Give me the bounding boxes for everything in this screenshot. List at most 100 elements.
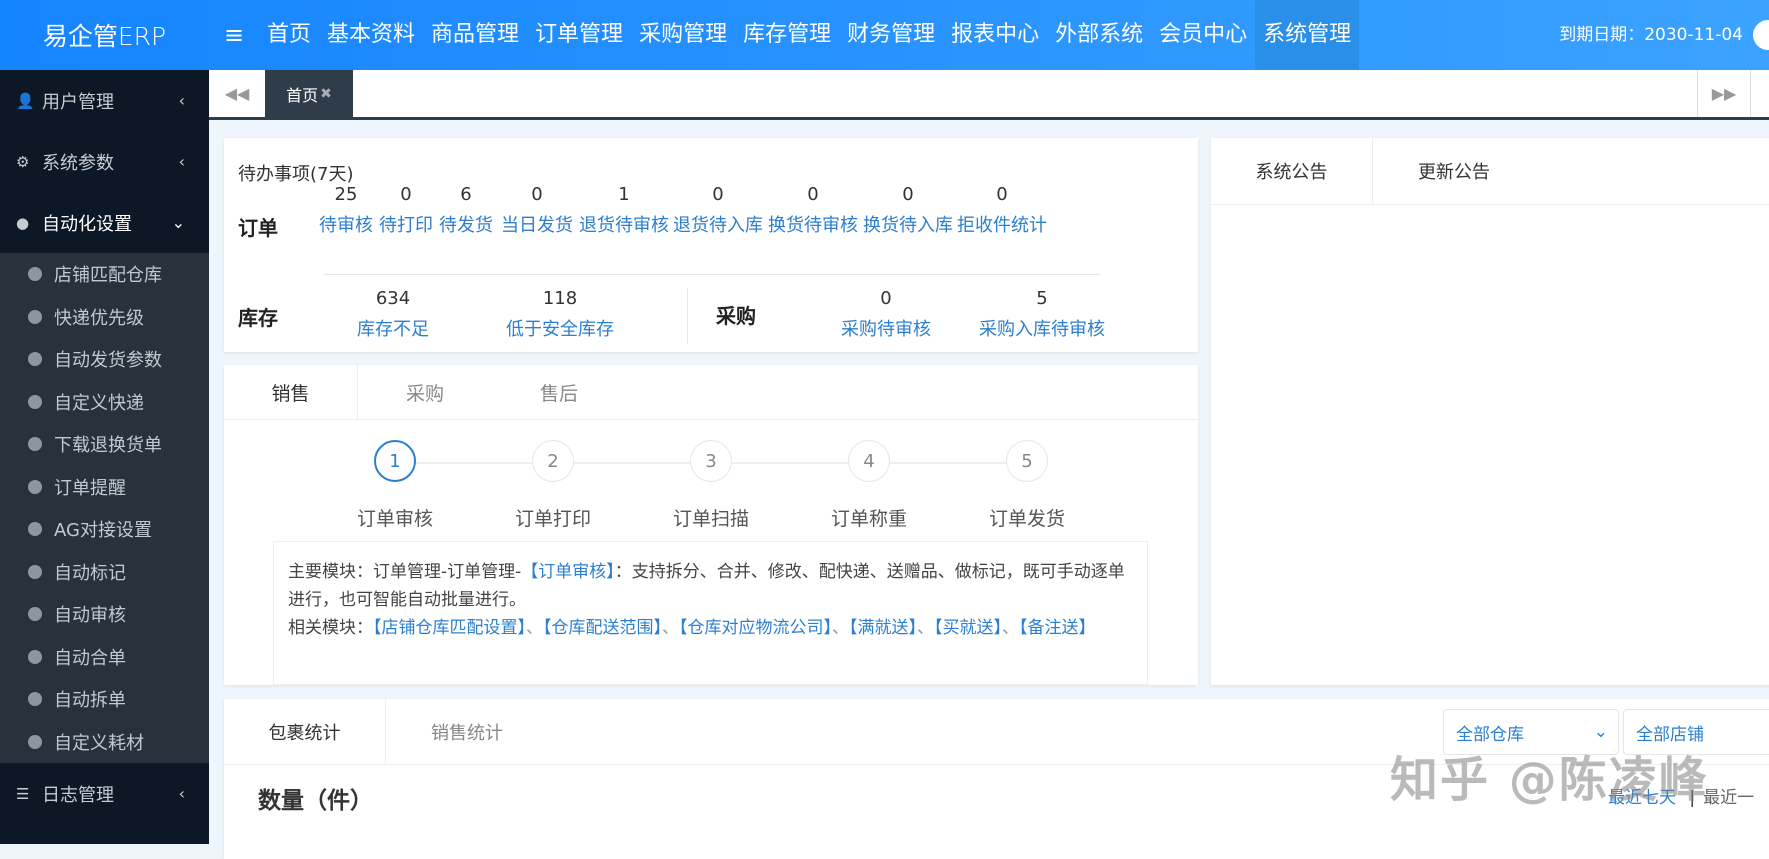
stat-link[interactable]: 库存不足: [357, 315, 429, 341]
process-step[interactable]: 5 订单发货: [952, 440, 1102, 531]
notice-panel: 系统公告 更新公告: [1211, 138, 1769, 685]
date-range: 最近七天 | 最近一: [1608, 783, 1754, 808]
sidebar-item-label: 自动化设置: [42, 213, 132, 235]
warehouse-select[interactable]: 全部仓库 ⌄: [1443, 709, 1619, 755]
nav-item[interactable]: 采购管理: [631, 0, 735, 70]
sidebar-subitem[interactable]: 自定义快递: [0, 381, 209, 424]
nav-item[interactable]: 外部系统: [1047, 0, 1151, 70]
order-stat[interactable]: 0 换货待审核: [768, 184, 858, 237]
stat-link[interactable]: 退货待入库: [673, 211, 763, 237]
order-stat[interactable]: 0 当日发货: [501, 184, 573, 237]
related-module-link[interactable]: 【备注送】: [1019, 618, 1096, 638]
tab-sales-stats[interactable]: 销售统计: [386, 699, 548, 764]
sidebar-subitem[interactable]: 自定义耗材: [0, 721, 209, 764]
stat-link[interactable]: 采购待审核: [841, 315, 931, 341]
stat-link[interactable]: 低于安全库存: [506, 315, 614, 341]
stat-link[interactable]: 待发货: [439, 211, 493, 237]
chevron-left-icon: ‹: [178, 152, 185, 171]
related-module-link[interactable]: 【仓库对应物流公司】: [679, 618, 832, 638]
nav-item[interactable]: 会员中心: [1151, 0, 1255, 70]
tab-scroll-left-button[interactable]: ◀◀: [209, 70, 265, 117]
order-stat[interactable]: 1 退货待审核: [579, 184, 669, 237]
stat-count: 0: [902, 184, 914, 205]
user-icon: 👤: [16, 91, 35, 110]
related-module-link[interactable]: 【买就送】: [934, 618, 1002, 638]
sidebar-subitem[interactable]: 自动合单: [0, 636, 209, 679]
tab-after-sales[interactable]: 售后: [492, 365, 626, 419]
sidebar-item-logs[interactable]: ☰ 日志管理 ‹: [0, 763, 209, 824]
sidebar-subitem[interactable]: 自动拆单: [0, 678, 209, 721]
nav-item[interactable]: 系统管理: [1255, 0, 1360, 70]
tab-system-notice[interactable]: 系统公告: [1211, 138, 1373, 204]
stat-link[interactable]: 拒收件统计: [957, 211, 1047, 237]
sidebar-item-user-management[interactable]: 👤 用户管理 ‹: [0, 70, 209, 131]
tab-home[interactable]: 首页 ✖: [265, 70, 353, 117]
stat-link[interactable]: 换货待入库: [863, 211, 953, 237]
tab-update-notice[interactable]: 更新公告: [1373, 138, 1535, 204]
stock-stat[interactable]: 118 低于安全库存: [506, 288, 614, 341]
purchase-stat[interactable]: 5 采购入库待审核: [979, 288, 1105, 341]
gears-icon: ⚙: [16, 152, 30, 171]
purchase-stat[interactable]: 0 采购待审核: [841, 288, 931, 341]
circle-icon: [28, 649, 42, 664]
shop-select[interactable]: 全部店铺: [1623, 709, 1769, 755]
menu-toggle-icon[interactable]: ≡: [209, 21, 259, 49]
sidebar-subitem[interactable]: 店铺匹配仓库: [0, 253, 209, 296]
sidebar-item-automation[interactable]: ● 自动化设置 ⌄: [0, 192, 209, 253]
sidebar-item-label: AG对接设置: [54, 520, 152, 542]
chevron-down-icon: ⌄: [1593, 722, 1608, 742]
sidebar-subitem[interactable]: 快递优先级: [0, 296, 209, 339]
stat-link[interactable]: 当日发货: [501, 211, 573, 237]
range-other[interactable]: 最近一: [1703, 788, 1754, 808]
order-stat[interactable]: 25 待审核: [319, 184, 373, 237]
order-stat[interactable]: 0 拒收件统计: [957, 184, 1047, 237]
order-review-link[interactable]: 【订单审核】: [521, 562, 615, 582]
tab-package-stats[interactable]: 包裹统计: [224, 699, 386, 764]
nav-item[interactable]: 订单管理: [527, 0, 631, 70]
stat-link[interactable]: 换货待审核: [768, 211, 858, 237]
stock-stat[interactable]: 634 库存不足: [357, 288, 429, 341]
tab-sales[interactable]: 销售: [224, 365, 358, 419]
sidebar-item-label: 日志管理: [42, 784, 114, 806]
process-step[interactable]: 3 订单扫描: [636, 440, 786, 531]
order-stat[interactable]: 0 待打印: [379, 184, 433, 237]
avatar[interactable]: [1753, 20, 1769, 50]
order-stat[interactable]: 0 退货待入库: [673, 184, 763, 237]
stat-link[interactable]: 退货待审核: [579, 211, 669, 237]
related-module-link[interactable]: 【仓库配送范围】: [543, 618, 662, 638]
process-step[interactable]: 1 订单审核: [320, 440, 470, 531]
tab-label: 首页: [286, 85, 319, 105]
process-step[interactable]: 4 订单称重: [794, 440, 944, 531]
range-last-7-days[interactable]: 最近七天: [1608, 788, 1676, 808]
order-stat[interactable]: 6 待发货: [439, 184, 493, 237]
nav-item[interactable]: 财务管理: [839, 0, 943, 70]
sidebar-subitem[interactable]: 订单提醒: [0, 466, 209, 509]
circle-icon: [28, 309, 42, 324]
process-step[interactable]: 2 订单打印: [478, 440, 628, 531]
separator: 、: [917, 618, 934, 638]
sidebar-subitem[interactable]: 下载退换货单: [0, 423, 209, 466]
nav-item[interactable]: 商品管理: [423, 0, 527, 70]
related-module-link[interactable]: 【店铺仓库匹配设置】: [373, 618, 526, 638]
top-header: 易企管ERP ≡ 首页 基本资料 商品管理 订单管理 采购管理 库存管理 财务管理 报表中心外…: [0, 0, 1769, 70]
tab-scroll-right-button[interactable]: ▶▶: [1697, 70, 1751, 117]
stat-link[interactable]: 待审核: [319, 211, 373, 237]
stat-link[interactable]: 待打印: [379, 211, 433, 237]
sidebar-subitem[interactable]: 自动发货参数: [0, 338, 209, 381]
related-module-link[interactable]: 【满就送】: [849, 618, 917, 638]
close-icon[interactable]: ✖: [320, 86, 332, 102]
stat-link[interactable]: 采购入库待审核: [979, 315, 1105, 341]
nav-item[interactable]: 库存管理: [735, 0, 839, 70]
sidebar-subitem[interactable]: 自动审核: [0, 593, 209, 636]
nav-item[interactable]: 基本资料: [319, 0, 423, 70]
order-stat[interactable]: 0 换货待入库: [863, 184, 953, 237]
sidebar-subitem[interactable]: AG对接设置: [0, 508, 209, 551]
nav-item[interactable]: 首页: [259, 0, 319, 70]
sidebar-item-system-params[interactable]: ⚙ 系统参数 ‹: [0, 131, 209, 192]
nav-item[interactable]: 报表中心: [943, 0, 1047, 70]
quantity-title: 数量（件）: [258, 788, 373, 814]
sidebar-subitem[interactable]: 自动标记: [0, 551, 209, 594]
tab-purchase[interactable]: 采购: [358, 365, 492, 419]
circle-icon: [28, 564, 42, 579]
sidebar-item-label: 订单提醒: [54, 477, 126, 499]
